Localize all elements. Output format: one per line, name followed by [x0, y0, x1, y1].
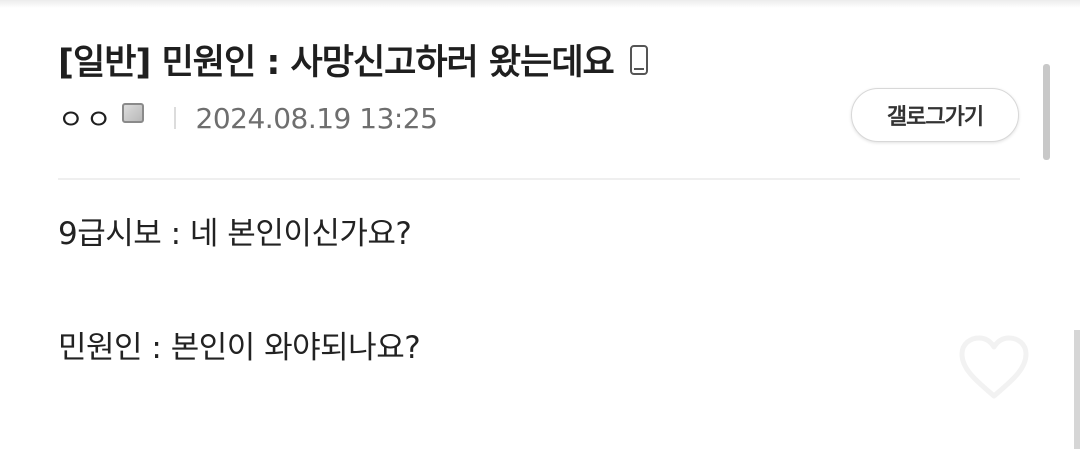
post-date: 2024.08.19 13:25: [195, 101, 438, 135]
image-icon: [121, 103, 144, 123]
writer-nickname[interactable]: ㅇㅇ: [58, 98, 114, 138]
header-separator: [58, 178, 1020, 180]
post-title: [일반] 민원인 : 사망신고하러 왔는데요: [58, 43, 615, 83]
post-body-line-1: 9급시보 : 네 본인이신가요?: [58, 216, 412, 252]
heart-icon[interactable]: [958, 334, 1030, 402]
right-edge-panel: [1074, 330, 1080, 449]
meta-divider: [173, 107, 176, 129]
top-edge-shadow: [0, 0, 1080, 8]
post-title-row: [일반] 민원인 : 사망신고하러 왔는데요: [58, 34, 648, 85]
gallog-button[interactable]: 갤로그가기: [851, 88, 1019, 142]
mobile-phone-icon: [629, 44, 648, 75]
post-body-line-2: 민원인 : 본인이 와야되나요?: [58, 330, 421, 366]
post-meta-row: ㅇㅇ 2024.08.19 13:25: [58, 98, 438, 138]
scrollbar-thumb[interactable]: [1043, 64, 1050, 160]
